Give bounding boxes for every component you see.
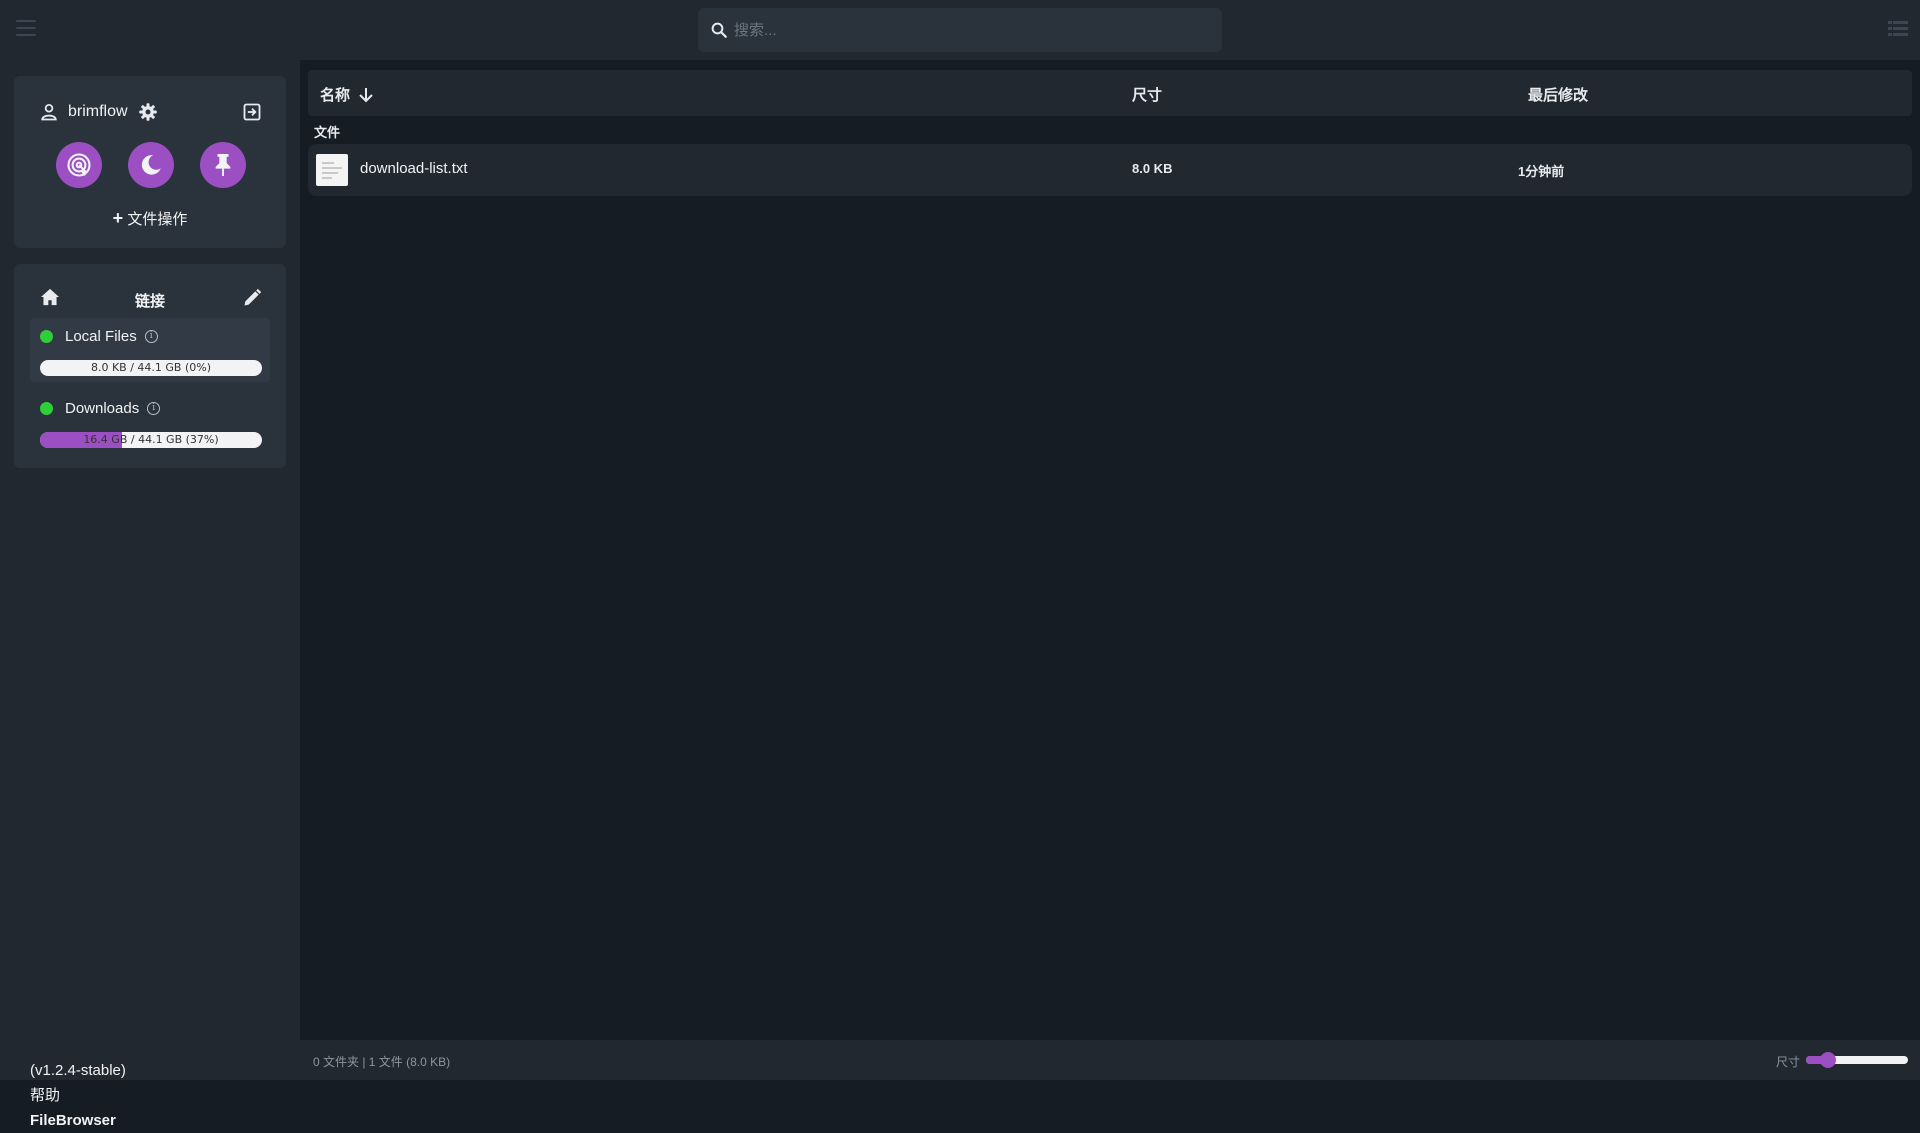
size-slider-label: 尺寸 [1776,1055,1801,1069]
section-files-label: 文件 [314,125,341,140]
file-operations-button[interactable]: + 文件操作 [14,208,286,229]
sidebar: brimflow + 文件操作 链接 Local Files i 8.0 KB … [0,60,300,1129]
plus-icon: + [112,208,124,228]
usage-text: 8.0 KB / 44.1 GB (0%) [90,361,212,374]
item-counts: 0 文件夹 | 1 文件 (8.0 KB) [313,1055,451,1069]
list-view-icon[interactable] [1888,20,1908,38]
top-bar [0,0,1920,60]
sidebar-footer: (v1.2.4-stable) 帮助 FileBrowser [30,1058,126,1133]
version-label: (v1.2.4-stable) [30,1062,126,1079]
file-row[interactable]: download-list.txt 8.0 KB 1分钟前 [308,144,1912,196]
file-name: download-list.txt [360,160,468,177]
search-box[interactable] [698,8,1222,52]
size-slider[interactable] [1806,1052,1908,1068]
column-header-modified[interactable]: 最后修改 [1528,84,1588,105]
fingerprint-touch-icon[interactable] [56,142,102,188]
search-input[interactable] [734,21,1194,39]
list-header: 名称 尺寸 最后修改 [308,70,1912,116]
status-online-dot [40,330,53,343]
user-card: brimflow + 文件操作 [14,76,286,248]
source-name: Downloads [65,400,140,417]
gear-icon[interactable] [138,102,158,122]
source-name: Local Files [65,328,137,345]
source-downloads[interactable]: Downloads i 16.4 GB / 44.1 GB (37%) [30,390,270,454]
file-list: 名称 尺寸 最后修改 文件 download-list.txt 8.0 KB 1… [300,60,1920,1040]
status-bar: 0 文件夹 | 1 文件 (8.0 KB) 尺寸 [300,1040,1920,1080]
usage-bar: 16.4 GB / 44.1 GB (37%) [40,432,262,448]
status-online-dot [40,402,53,415]
sort-arrow-down-icon [359,87,373,102]
file-size: 8.0 KB [1132,161,1173,176]
logout-icon[interactable] [242,102,262,122]
help-link[interactable]: 帮助 [30,1083,126,1108]
column-header-size[interactable]: 尺寸 [1132,84,1162,105]
links-card: 链接 Local Files i 8.0 KB / 44.1 GB (0%) D… [14,264,286,468]
pin-icon[interactable] [200,142,246,188]
hamburger-menu-icon[interactable] [16,20,36,38]
text-file-thumbnail [316,154,348,186]
info-icon[interactable]: i [144,330,158,343]
pencil-edit-icon[interactable] [242,288,262,308]
usage-text: 16.4 GB / 44.1 GB (37%) [83,433,219,446]
file-operations-label: 文件操作 [127,211,188,228]
file-modified: 1分钟前 [1518,164,1565,179]
username[interactable]: brimflow [68,103,128,121]
info-icon[interactable]: i [147,402,161,415]
search-icon [711,22,727,38]
moon-icon[interactable] [128,142,174,188]
source-local-files[interactable]: Local Files i 8.0 KB / 44.1 GB (0%) [30,318,270,382]
brand-name: FileBrowser [30,1112,116,1129]
user-icon [40,103,58,121]
usage-bar: 8.0 KB / 44.1 GB (0%) [40,360,262,376]
column-name-label: 名称 [320,87,351,104]
size-slider-handle[interactable] [1820,1052,1837,1068]
column-header-name[interactable]: 名称 [320,84,374,105]
